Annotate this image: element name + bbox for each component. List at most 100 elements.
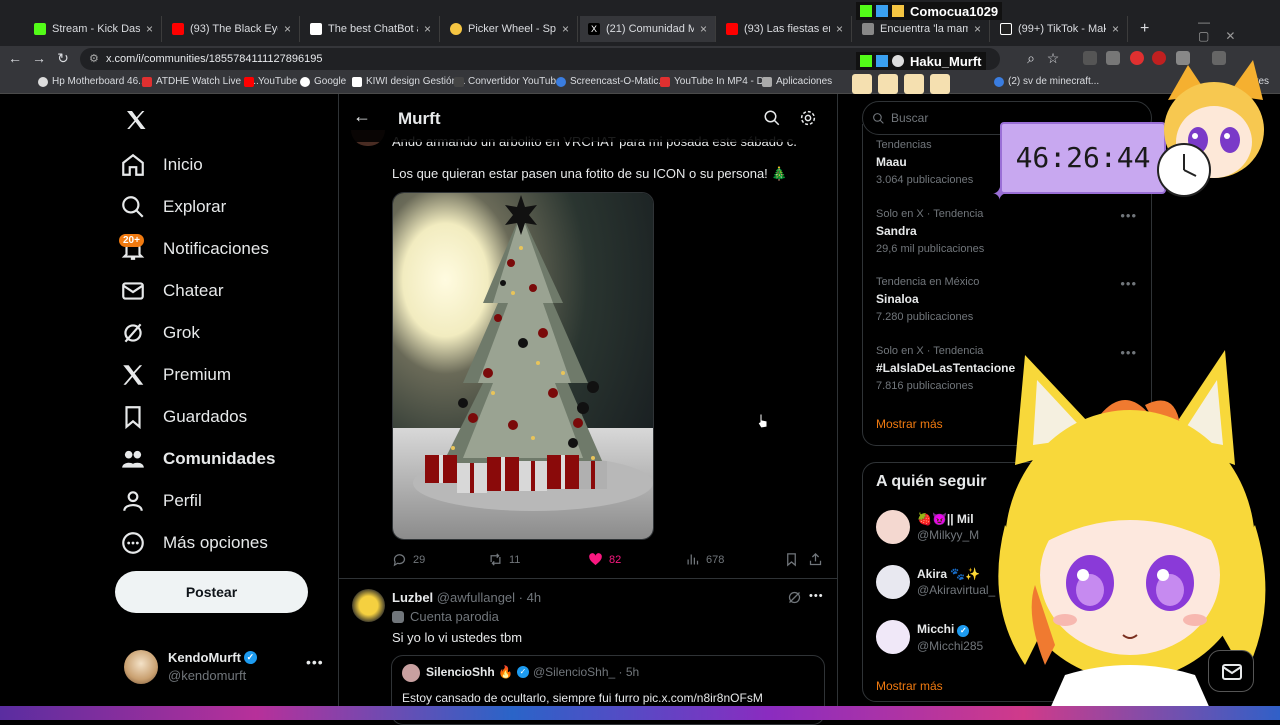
close-icon[interactable]: ×	[424, 22, 431, 36]
avatar	[402, 664, 420, 682]
zoom-icon[interactable]: ⌕	[1022, 50, 1040, 67]
extension-icon[interactable]	[1083, 51, 1097, 65]
window-controls[interactable]: —▢✕	[1190, 15, 1280, 43]
verified-icon: ✓	[516, 666, 529, 678]
account-switcher[interactable]: KendoMurft ✓ @kendomurft •••	[124, 648, 324, 688]
browser-tab[interactable]: (93) The Black Eyed Peas×	[164, 16, 300, 42]
tweet-actions: 29 11 82 678	[392, 552, 824, 570]
star-icon[interactable]: ☆	[1044, 50, 1062, 67]
sidebar-item-inicio[interactable]: Inicio	[120, 152, 203, 178]
close-icon[interactable]: ×	[974, 22, 981, 36]
extension-icon[interactable]	[1130, 51, 1144, 65]
new-tab-button[interactable]: +	[1132, 16, 1158, 42]
messages-button[interactable]	[1208, 650, 1254, 692]
people-icon	[122, 450, 144, 468]
trend-item[interactable]: Solo en X · Tendencia Sandra 29,6 mil pu…	[876, 208, 1136, 255]
show-more-link[interactable]: Mostrar más	[876, 679, 943, 693]
bookmark[interactable]: Google	[300, 76, 346, 87]
gear-icon[interactable]	[799, 109, 817, 127]
browser-tab[interactable]: The best ChatBot and Wi×	[302, 16, 440, 42]
bookmark-button[interactable]	[784, 552, 805, 567]
browser-tab[interactable]: (93) Las fiestas en México×	[718, 16, 852, 42]
back-arrow-icon[interactable]: ←	[353, 106, 371, 127]
bookmark[interactable]: KIWI design Gestión...	[352, 76, 466, 87]
avatar[interactable]	[352, 589, 385, 622]
like-button[interactable]: 82	[588, 552, 621, 567]
close-icon[interactable]: ×	[284, 22, 291, 36]
reply-button[interactable]: 29	[392, 552, 425, 567]
kick-icon	[860, 55, 872, 67]
sidebar-item-chatear[interactable]: Chatear	[120, 278, 223, 304]
forward-icon[interactable]: →	[30, 50, 48, 66]
bookmark-icon	[556, 76, 566, 87]
share-button[interactable]	[808, 552, 829, 567]
bookmark[interactable]: Hp Motherboard 46...	[38, 76, 147, 87]
google-icon	[300, 76, 310, 87]
bookmark[interactable]: (2) sv de minecraft...	[994, 76, 1099, 87]
sidebar-item-mas-opciones[interactable]: Más opciones	[120, 530, 268, 556]
browser-tab[interactable]: Picker Wheel - Spin the W×	[442, 16, 578, 42]
sidebar-item-grok[interactable]: Grok	[120, 320, 200, 346]
close-icon[interactable]: ×	[836, 22, 843, 36]
bookmark[interactable]: YouTube	[244, 76, 297, 87]
tweet-author[interactable]: Luzbel @awfullangel · 4h	[392, 590, 541, 605]
avatar	[876, 620, 910, 654]
sidebar-item-perfil[interactable]: Perfil	[120, 488, 202, 514]
youtube-icon	[244, 76, 254, 87]
bookmark[interactable]: YouTube In MP4 - D...	[660, 76, 772, 87]
sidebar-item-guardados[interactable]: Guardados	[120, 404, 247, 430]
wheel-icon	[450, 23, 462, 35]
tweet-text: Los que quieran estar pasen una fotito d…	[392, 166, 788, 181]
site-info-icon[interactable]: ⚙	[89, 48, 99, 70]
overlay-username: Comocua1029	[856, 2, 1003, 20]
follow-suggestion[interactable]: Akira 🐾✨ @Akiravirtual_	[876, 565, 995, 599]
trend-item[interactable]: Tendencia en México Sinaloa 7.280 public…	[876, 276, 1136, 323]
browser-tab[interactable]: (99+) TikTok - Make Your×	[992, 16, 1128, 42]
account-name: KendoMurft ✓	[168, 650, 257, 665]
show-more-link[interactable]: Mostrar más	[876, 417, 943, 431]
tiktok-icon	[1000, 23, 1012, 35]
mouse-cursor	[757, 413, 769, 434]
bookmark[interactable]: ATDHE Watch Live S...	[142, 76, 259, 87]
tab-icon	[862, 23, 874, 35]
heart-icon	[589, 553, 602, 566]
verified-icon: ✓	[243, 651, 257, 664]
extension-icon[interactable]	[1106, 51, 1120, 65]
browser-tab-active[interactable]: X(21) Comunidad Murft / X×	[580, 16, 716, 42]
back-icon[interactable]: ←	[6, 50, 24, 66]
sidebar-nav: Inicio Explorar Notificaciones 20+ Chate…	[100, 94, 338, 720]
divider	[339, 578, 837, 579]
sidebar-item-comunidades[interactable]: Comunidades	[120, 446, 275, 472]
tweet-text: Si yo lo vi ustedes tbm	[392, 630, 523, 645]
close-icon[interactable]: ×	[700, 22, 707, 36]
tweet-image[interactable]	[392, 192, 654, 540]
close-icon[interactable]: ×	[1112, 22, 1119, 36]
x-logo[interactable]	[124, 108, 148, 132]
close-icon[interactable]: ×	[146, 22, 153, 36]
sidebar-item-premium[interactable]: Premium	[120, 362, 231, 388]
bookmark[interactable]: Convertidor YouTub...	[454, 76, 564, 87]
grok-icon[interactable]	[787, 590, 802, 605]
reload-icon[interactable]: ↻	[54, 50, 72, 67]
retweet-button[interactable]: 11	[488, 552, 520, 567]
more-dots-icon[interactable]: •••	[1120, 276, 1137, 291]
more-dots-icon[interactable]: •••	[1120, 208, 1137, 223]
follow-suggestion[interactable]: 🍓😈|| Mil @Milkyy_M	[876, 510, 979, 544]
views-button[interactable]: 678	[685, 552, 724, 567]
bookmark[interactable]: Aplicaciones	[762, 76, 832, 87]
follow-suggestion[interactable]: Micchi ✓ @Micchi285	[876, 620, 983, 654]
sidebar-item-explorar[interactable]: Explorar	[120, 194, 226, 220]
search-icon[interactable]	[763, 109, 781, 127]
search-icon	[122, 196, 144, 218]
more-circle-icon	[122, 532, 144, 554]
account-handle: @kendomurft	[168, 668, 247, 683]
close-icon[interactable]: ×	[562, 22, 569, 36]
avatar	[876, 565, 910, 599]
more-dots-icon[interactable]: •••	[809, 590, 824, 602]
bookmark-icon	[994, 76, 1004, 87]
bookmark[interactable]: Screencast-O-Matic...	[556, 76, 667, 87]
browser-tab[interactable]: Stream - Kick Dashboard×	[26, 16, 162, 42]
more-dots-icon[interactable]: •••	[306, 654, 324, 670]
bookmark-icon	[142, 76, 152, 87]
post-button[interactable]: Postear	[115, 571, 308, 613]
